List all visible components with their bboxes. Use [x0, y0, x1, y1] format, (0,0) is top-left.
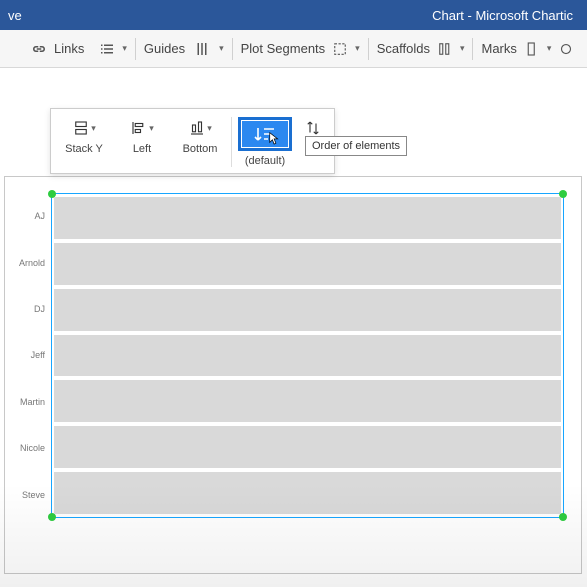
stack-y-icon: [72, 119, 90, 137]
bar[interactable]: [54, 380, 561, 422]
align-bottom-label: Bottom: [183, 143, 218, 155]
stack-y-label: Stack Y: [65, 143, 103, 155]
bar[interactable]: [54, 243, 561, 285]
mark-symbol-icon: [557, 40, 575, 58]
align-left-icon: [130, 119, 148, 137]
y-label: Steve: [5, 472, 49, 518]
floating-toolbar: ▾ Stack Y ▾ Left ▾ Bottom: [50, 108, 335, 174]
scaffolds-label: Scaffolds: [377, 41, 430, 56]
plot-segment[interactable]: [51, 193, 564, 518]
canvas-area[interactable]: ▾ Stack Y ▾ Left ▾ Bottom: [0, 68, 587, 587]
chevron-down-icon: ▾: [355, 43, 360, 54]
cursor-icon: [268, 131, 282, 145]
y-label: AJ: [5, 193, 49, 239]
scaffold-icon: [436, 40, 454, 58]
plot-segments-label: Plot Segments: [241, 41, 326, 56]
bar[interactable]: [54, 472, 561, 514]
bar[interactable]: [54, 335, 561, 377]
link-icon: [30, 40, 48, 58]
marks-group[interactable]: Marks ▾: [475, 40, 581, 58]
bar[interactable]: [54, 197, 561, 239]
y-label: Nicole: [5, 425, 49, 471]
mark-rect-icon: [523, 40, 541, 58]
swap-vertical-icon: [304, 119, 322, 137]
align-bottom-button[interactable]: ▾ Bottom: [171, 115, 229, 157]
bar[interactable]: [54, 426, 561, 468]
sort-default-label: (default): [245, 155, 285, 167]
scaffolds-group[interactable]: Scaffolds ▾: [371, 40, 471, 58]
y-label: DJ: [5, 286, 49, 332]
y-axis-labels: AJ Arnold DJ Jeff Martin Nicole Steve: [5, 193, 49, 518]
chevron-down-icon: ▾: [460, 43, 465, 54]
list-icon: [98, 40, 116, 58]
title-left-fragment: ve: [8, 8, 36, 23]
separator: [368, 38, 369, 60]
guides-label: Guides: [144, 41, 185, 56]
tooltip: Order of elements: [305, 136, 407, 156]
guide-icon: [191, 40, 213, 58]
chevron-down-icon: ▾: [547, 43, 552, 54]
y-label: Arnold: [5, 239, 49, 285]
y-label: Jeff: [5, 332, 49, 378]
region-icon: [331, 40, 349, 58]
bar[interactable]: [54, 289, 561, 331]
chevron-down-icon: ▾: [219, 43, 224, 54]
title-bar: ve Chart - Microsoft Chartic: [0, 0, 587, 30]
links-label: Links: [54, 41, 84, 56]
separator: [232, 38, 233, 60]
separator: [231, 117, 232, 167]
chevron-down-icon: ▾: [122, 43, 127, 54]
ribbon-bar: Links ▾ Guides ▾ Plot Segments ▾ Scaffol…: [0, 30, 587, 68]
chevron-down-icon: ▾: [149, 123, 154, 134]
marks-label: Marks: [481, 41, 516, 56]
align-bottom-icon: [188, 119, 206, 137]
resize-handle-bl[interactable]: [48, 513, 56, 521]
resize-handle-br[interactable]: [559, 513, 567, 521]
chevron-down-icon: ▾: [91, 123, 96, 134]
align-left-label: Left: [133, 143, 151, 155]
app-title: Chart - Microsoft Chartic: [36, 8, 579, 23]
links-group[interactable]: Links: [24, 40, 90, 58]
guides-group[interactable]: Guides ▾: [138, 40, 230, 58]
chevron-down-icon: ▾: [207, 123, 212, 134]
y-label: Martin: [5, 379, 49, 425]
list-dropdown[interactable]: ▾: [92, 40, 133, 58]
plot-segments-group[interactable]: Plot Segments ▾: [235, 40, 366, 58]
chart-frame[interactable]: AJ Arnold DJ Jeff Martin Nicole Steve: [4, 176, 582, 574]
sort-default-button[interactable]: (default): [234, 115, 296, 169]
align-left-button[interactable]: ▾ Left: [113, 115, 171, 157]
stack-y-button[interactable]: ▾ Stack Y: [55, 115, 113, 157]
separator: [135, 38, 136, 60]
separator: [472, 38, 473, 60]
bar-rows: [54, 197, 561, 514]
